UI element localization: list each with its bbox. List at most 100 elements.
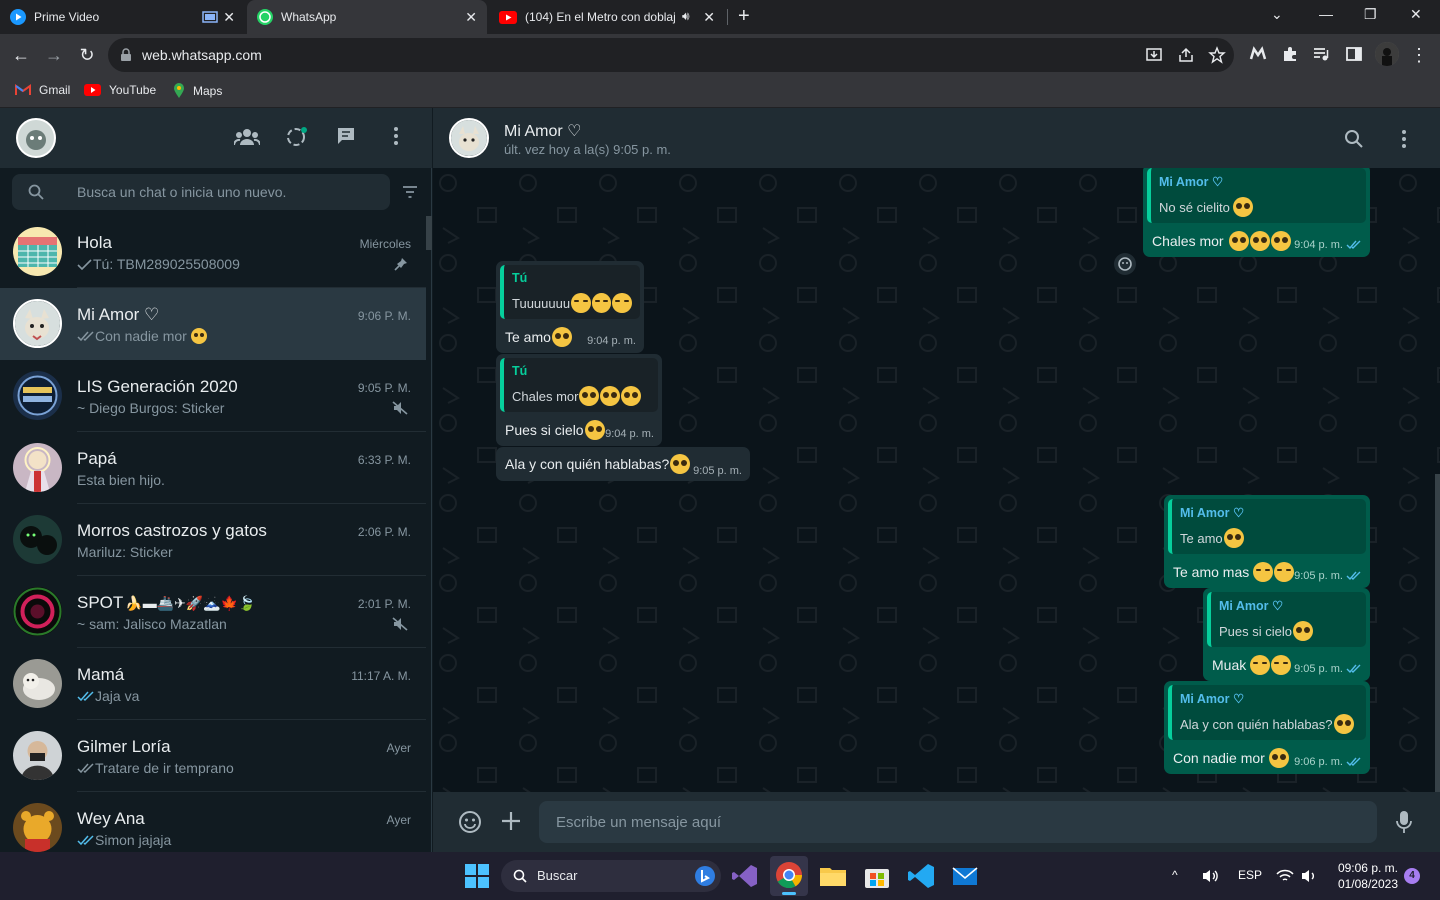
close-tab-icon[interactable]: ✕ <box>465 9 477 26</box>
quoted-message[interactable]: Mi Amor ♡ No sé cielito <box>1147 168 1366 223</box>
sidebar-scrollbar[interactable] <box>426 216 432 250</box>
chat-menu-icon[interactable] <box>1401 129 1407 149</box>
contact-status: últ. vez hoy a la(s) 9:05 p. m. <box>504 142 671 157</box>
bookmark-star-icon[interactable] <box>1208 46 1226 64</box>
taskbar-search[interactable]: Buscar <box>501 860 721 892</box>
taskbar-clock[interactable]: 09:06 p. m. 01/08/2023 <box>1330 860 1398 892</box>
language-indicator[interactable]: ESP <box>1238 868 1262 882</box>
extension-m-icon[interactable] <box>1249 45 1267 63</box>
chrome-taskbar-active[interactable] <box>770 856 808 896</box>
chat-preview: ~ sam: Jalisco Mazatlan <box>77 616 227 632</box>
maps-icon <box>174 83 184 98</box>
tab-youtube[interactable]: (104) En el Metro con doblaje 🔊︎ ✕ <box>489 0 725 34</box>
chat-preview-text: Esta bien hijo. <box>77 472 165 488</box>
close-window-icon[interactable]: ✕ <box>1410 6 1422 23</box>
my-profile-avatar[interactable] <box>16 118 56 158</box>
extensions-puzzle-icon[interactable] <box>1281 45 1299 63</box>
wifi-icon[interactable] <box>1276 869 1294 883</box>
chat-search-input[interactable]: Busca un chat o inicia uno nuevo. <box>12 174 390 210</box>
chat-item-wey-ana[interactable]: Wey Ana Ayer Simon jajaja <box>0 792 426 852</box>
chat-preview-text: ~ sam: Jalisco Mazatlan <box>77 616 227 632</box>
audio-playing-icon[interactable]: 🔊︎ <box>682 9 690 24</box>
tray-overflow-icon[interactable]: ^ <box>1172 868 1178 882</box>
message-bubble[interactable]: Mi Amor ♡ Pues si cielo Muak 9:05 p. m. <box>1203 588 1370 681</box>
microsoft-store-icon[interactable] <box>862 861 892 891</box>
status-icon[interactable] <box>285 126 307 148</box>
quoted-message[interactable]: Tú Chales mor <box>500 358 658 412</box>
restore-icon[interactable]: ❐ <box>1364 6 1377 23</box>
share-icon[interactable] <box>1177 46 1195 64</box>
message-placeholder: Escribe un mensaje aquí <box>556 814 722 831</box>
chat-item-mi-amor[interactable]: Mi Amor ♡ 9:06 P. M. Con nadie mor <box>0 288 426 360</box>
volume-icon[interactable] <box>1300 868 1318 884</box>
chat-time: 11:17 A. M. <box>351 669 411 683</box>
bookmark-youtube[interactable]: YouTube <box>84 83 156 97</box>
back-icon[interactable]: ← <box>10 44 32 66</box>
lock-icon[interactable] <box>120 48 132 62</box>
notification-badge[interactable]: 4 <box>1404 868 1420 884</box>
bookmark-maps[interactable]: Maps <box>173 83 222 99</box>
install-app-icon[interactable] <box>1145 46 1163 64</box>
chat-preview: Jaja va <box>77 688 139 704</box>
filter-icon[interactable] <box>402 186 418 198</box>
reload-icon[interactable]: ↻ <box>76 44 98 66</box>
tab-search-icon[interactable]: ⌄ <box>1271 6 1283 23</box>
chrome-menu-icon[interactable]: ⋮ <box>1408 44 1430 66</box>
chat-preview-text: Con nadie mor <box>95 328 187 344</box>
pleading-face-emoji <box>1249 231 1270 251</box>
quoted-message[interactable]: Tú Tuuuuuuu <box>500 265 640 319</box>
profile-avatar[interactable] <box>1375 42 1399 66</box>
picture-in-picture-icon[interactable] <box>202 11 218 23</box>
message-bubble[interactable]: Mi Amor ♡ No sé cielito Chales mor 9:04 … <box>1143 168 1370 257</box>
vscode-icon[interactable] <box>906 861 936 891</box>
chat-item-morros[interactable]: Morros castrozos y gatos 2:06 P. M. Mari… <box>0 504 426 576</box>
forward-icon[interactable]: → <box>43 44 65 66</box>
windows-start-icon[interactable] <box>462 861 492 891</box>
pleading-face-emoji <box>1228 231 1249 251</box>
message-bubble[interactable]: Ala y con quién hablabas? 9:05 p. m. <box>496 447 750 481</box>
chat-item-gilmer[interactable]: Gilmer Loría Ayer Tratare de ir temprano <box>0 720 426 792</box>
conversation-header[interactable]: Mi Amor ♡ últ. vez hoy a la(s) 9:05 p. m… <box>433 108 1440 168</box>
chat-item-mama[interactable]: Mamá 11:17 A. M. Jaja va <box>0 648 426 720</box>
speaker-icon[interactable] <box>1201 868 1219 884</box>
close-tab-icon[interactable]: ✕ <box>703 9 715 26</box>
bookmark-gmail[interactable]: Gmail <box>15 83 70 97</box>
microphone-icon[interactable] <box>1396 810 1412 834</box>
conversation-scrollbar[interactable] <box>1435 474 1440 792</box>
quoted-message[interactable]: Mi Amor ♡ Te amo <box>1168 499 1366 554</box>
contact-name[interactable]: Mi Amor ♡ <box>504 121 581 141</box>
media-control-icon[interactable] <box>1312 45 1330 63</box>
menu-icon[interactable] <box>393 126 399 146</box>
message-bubble[interactable]: Tú Tuuuuuuu Te amo 9:04 p. m. <box>496 261 644 353</box>
message-bubble[interactable]: Mi Amor ♡ Te amo Te amo mas 9:05 p. m. <box>1164 495 1370 588</box>
chat-item-spot[interactable]: SPOT 🍌▬🚢✈🚀🗻🍁🍃 2:01 P. M. ~ sam: Jalisco M… <box>0 576 426 648</box>
mail-icon[interactable] <box>950 861 980 891</box>
message-input[interactable]: Escribe un mensaje aquí <box>539 801 1377 843</box>
reaction-button[interactable] <box>1114 253 1136 275</box>
new-tab-icon[interactable]: + <box>738 5 750 28</box>
file-explorer-icon[interactable] <box>818 861 848 891</box>
contact-avatar[interactable] <box>449 118 489 158</box>
url-text[interactable]: web.whatsapp.com <box>142 47 262 63</box>
communities-icon[interactable] <box>234 126 260 148</box>
minimize-icon[interactable]: — <box>1319 6 1333 22</box>
chat-item-lis-generacion[interactable]: LIS Generación 2020 9:05 P. M. ~ Diego B… <box>0 360 426 432</box>
close-tab-icon[interactable]: ✕ <box>223 9 235 26</box>
chat-item-papa[interactable]: Papá 6:33 P. M. Esta bien hijo. <box>0 432 426 504</box>
quoted-message[interactable]: Mi Amor ♡ Pues si cielo <box>1207 592 1366 647</box>
address-bar[interactable]: web.whatsapp.com <box>108 38 1234 72</box>
message-bubble[interactable]: Tú Chales mor Pues si cielo 9:04 p. m. <box>496 354 662 446</box>
new-chat-icon[interactable] <box>336 126 356 146</box>
side-panel-icon[interactable] <box>1345 45 1363 63</box>
emoji-icon[interactable] <box>458 810 482 834</box>
attach-plus-icon[interactable] <box>501 811 521 831</box>
tab-prime-video[interactable]: Prime Video ✕ <box>0 0 245 34</box>
search-messages-icon[interactable] <box>1344 129 1364 149</box>
double-check-icon <box>77 330 94 341</box>
message-bubble[interactable]: Mi Amor ♡ Ala y con quién hablabas? Con … <box>1164 681 1370 774</box>
chat-time: 6:33 P. M. <box>357 453 411 467</box>
visual-studio-icon[interactable] <box>730 861 760 891</box>
chat-item-hola[interactable]: Hola Miércoles Tú: TBM289025508009 <box>0 216 426 288</box>
quoted-message[interactable]: Mi Amor ♡ Ala y con quién hablabas? <box>1168 685 1366 740</box>
tab-whatsapp[interactable]: WhatsApp ✕ <box>247 0 487 34</box>
